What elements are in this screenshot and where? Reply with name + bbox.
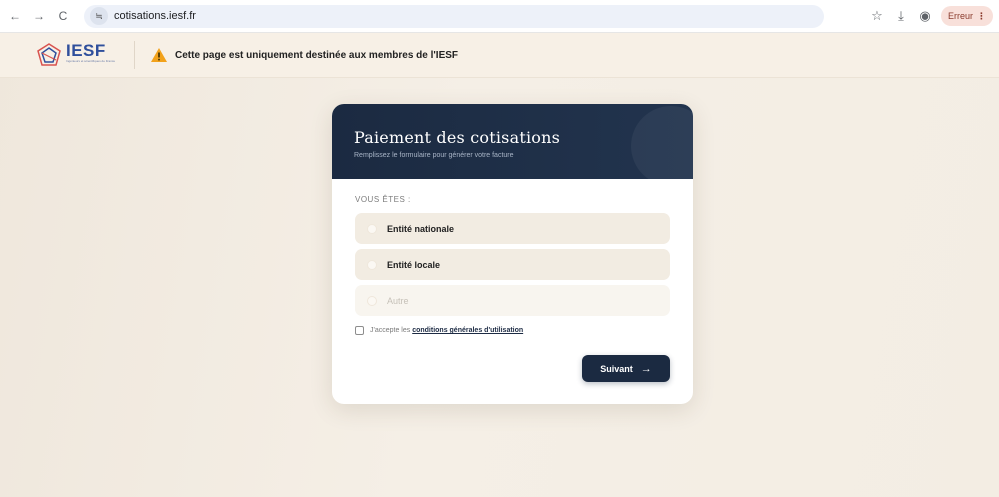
logo-mark-icon <box>37 43 61 66</box>
error-chip-label: Erreur <box>947 11 973 21</box>
error-chip-button[interactable]: Erreur ⋮ <box>940 6 993 26</box>
site-header: IESF Ingénieurs et scientifiques de Fran… <box>0 33 999 78</box>
radio-button[interactable] <box>367 295 377 306</box>
payment-form-card: Paiement des cotisations Remplissez le f… <box>332 104 693 404</box>
back-icon[interactable]: ← <box>6 7 24 25</box>
header-decoration <box>631 106 693 179</box>
entity-question-label: VOUS ÊTES : <box>355 195 411 204</box>
option-entite-nationale[interactable]: Entité nationale <box>355 213 670 244</box>
browser-toolbar: ← → C ≒ cotisations.iesf.fr ☆ ⤓ ◉ Erreur… <box>0 0 999 33</box>
terms-text: J'accepte les conditions générales d'uti… <box>370 327 523 334</box>
iesf-logo[interactable]: IESF Ingénieurs et scientifiques de Fran… <box>36 42 116 68</box>
warning-icon <box>151 48 167 62</box>
menu-icon[interactable]: ⋮ <box>977 11 986 22</box>
option-autre[interactable]: Autre <box>355 285 670 316</box>
logo-wordmark: IESF <box>66 41 106 60</box>
arrow-right-icon: → <box>640 362 652 375</box>
profile-icon[interactable]: ◉ <box>915 6 935 26</box>
option-label: Entité nationale <box>387 223 455 234</box>
logo-tagline: Ingénieurs et scientifiques de France <box>66 59 116 63</box>
next-button[interactable]: Suivant → <box>582 355 670 382</box>
url-text[interactable]: cotisations.iesf.fr <box>114 10 196 22</box>
terms-checkbox[interactable] <box>355 326 364 335</box>
option-label: Entité locale <box>387 259 441 270</box>
terms-row: J'accepte les conditions générales d'uti… <box>355 326 670 335</box>
terms-link[interactable]: conditions générales d'utilisation <box>412 327 523 334</box>
option-entite-locale[interactable]: Entité locale <box>355 249 670 280</box>
bookmark-star-icon[interactable]: ☆ <box>867 6 887 26</box>
terms-prefix: J'accepte les <box>370 327 413 334</box>
members-only-warning: Cette page est uniquement destinée aux m… <box>175 49 459 61</box>
address-bar[interactable]: ≒ cotisations.iesf.fr <box>84 4 824 28</box>
reload-icon[interactable]: C <box>54 7 72 25</box>
card-body: VOUS ÊTES : Entité nationale Entité loca… <box>332 179 693 335</box>
header-divider <box>134 41 135 69</box>
site-info-icon[interactable]: ≒ <box>90 7 108 25</box>
card-header: Paiement des cotisations Remplissez le f… <box>332 104 693 179</box>
next-button-label: Suivant <box>600 363 633 374</box>
download-icon[interactable]: ⤓ <box>891 6 911 26</box>
radio-button[interactable] <box>367 223 377 234</box>
radio-button[interactable] <box>367 259 377 270</box>
forward-icon[interactable]: → <box>30 7 48 25</box>
option-label: Autre <box>387 295 409 306</box>
